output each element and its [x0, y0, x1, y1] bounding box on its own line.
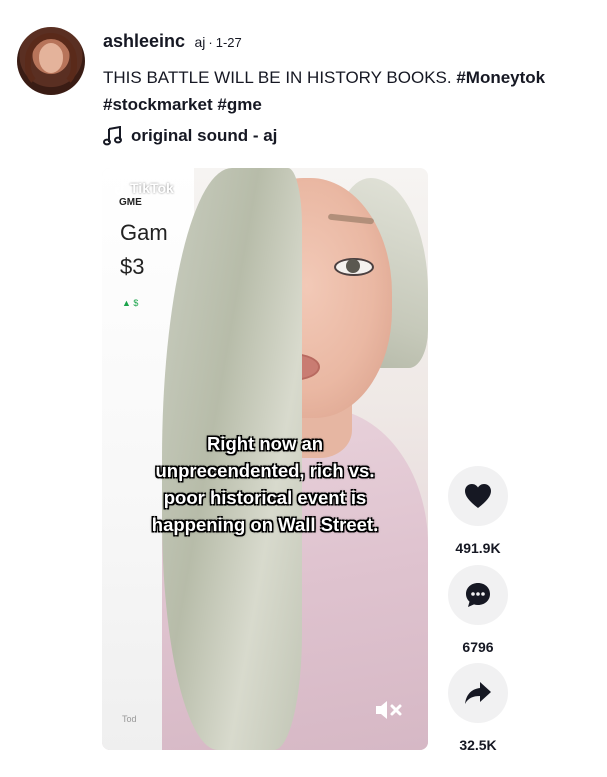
share-button[interactable]	[448, 663, 508, 723]
hashtag-stockmarket[interactable]: #stockmarket	[103, 95, 213, 114]
share-arrow-icon	[465, 682, 491, 704]
overlay-line-2: unprecendented, rich vs.	[155, 460, 375, 481]
separator-dot: ·	[208, 35, 213, 50]
like-button[interactable]	[448, 466, 508, 526]
share-action: 32.5K	[448, 663, 508, 753]
post-header: ashleeinc aj · 1-27	[103, 31, 242, 52]
overlay-line-1: Right now an	[206, 433, 324, 454]
watermark-text: TikTok	[130, 180, 174, 196]
right-eye	[334, 258, 374, 276]
stock-footer-text: Tod	[122, 714, 137, 724]
author-username[interactable]: ashleeinc	[103, 31, 185, 51]
video-text-overlay: Right now an unprecendented, rich vs. po…	[122, 430, 408, 538]
music-note-icon	[103, 126, 122, 146]
hashtag-gme[interactable]: #gme	[217, 95, 261, 114]
caption-text: THIS BATTLE WILL BE IN HISTORY BOOKS.	[103, 68, 457, 87]
share-count: 32.5K	[459, 737, 497, 753]
music-link[interactable]: original sound - aj	[103, 126, 277, 146]
post-date: 1-27	[215, 35, 242, 50]
comment-count: 6796	[462, 639, 494, 655]
overlay-line-4: happening on Wall Street.	[151, 514, 379, 535]
mute-icon[interactable]	[374, 698, 404, 722]
overlay-line-3: poor historical event is	[163, 487, 367, 508]
comment-button[interactable]	[448, 565, 508, 625]
comment-action: 6796	[448, 565, 508, 655]
heart-icon	[465, 484, 491, 508]
like-action: 491.9K	[448, 466, 508, 556]
music-title: original sound - aj	[131, 126, 278, 145]
video-player[interactable]: TikTok GME Gam $3 ▲ $ Right now an unpre…	[102, 168, 428, 750]
stock-change: ▲ $	[122, 298, 139, 308]
stock-price: $3	[120, 254, 145, 279]
comment-icon	[466, 583, 490, 607]
tiktok-logo-icon	[114, 180, 127, 196]
stock-name: Gam	[120, 220, 168, 245]
like-count: 491.9K	[455, 540, 501, 556]
tiktok-watermark: TikTok	[114, 180, 174, 196]
author-nickname: aj	[194, 34, 206, 50]
post-caption: THIS BATTLE WILL BE IN HISTORY BOOKS. #M…	[103, 64, 603, 118]
hashtag-moneytok[interactable]: #Moneytok	[456, 68, 545, 87]
author-avatar[interactable]	[17, 27, 85, 95]
ticker-label: GME	[119, 197, 142, 208]
